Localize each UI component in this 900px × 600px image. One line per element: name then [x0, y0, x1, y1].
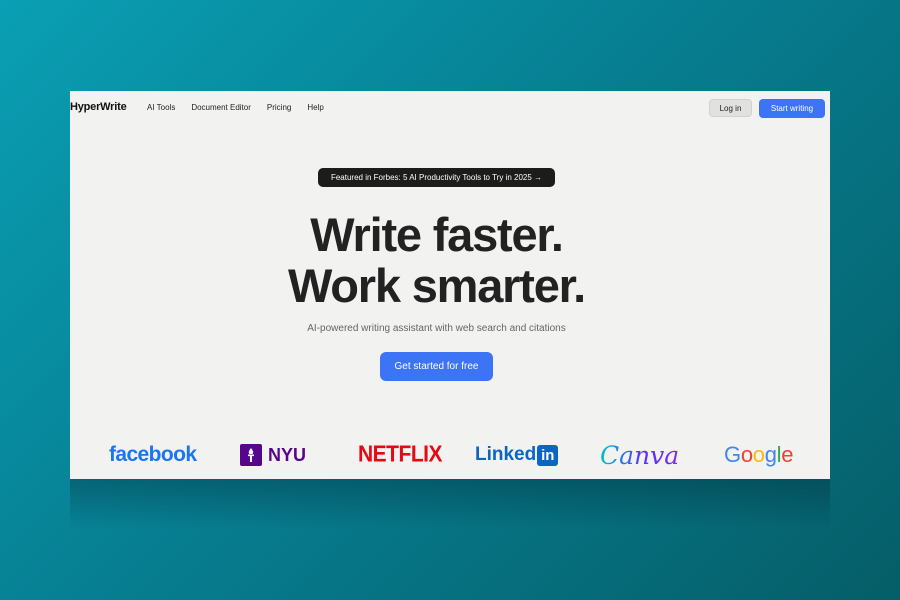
- browser-window: HyperWrite AI Tools Document Editor Pric…: [70, 91, 830, 479]
- forbes-feature-badge[interactable]: Featured in Forbes: 5 AI Productivity To…: [318, 168, 555, 187]
- window-shadow: [70, 479, 830, 529]
- hero-headline: Write faster. Work smarter.: [70, 209, 803, 311]
- linkedin-wordmark: Linked: [475, 444, 537, 465]
- google-letter: g: [764, 442, 777, 467]
- nav-link-help[interactable]: Help: [307, 103, 323, 112]
- headline-line-2: Work smarter.: [287, 259, 586, 312]
- nav-link-document-editor[interactable]: Document Editor: [191, 103, 251, 112]
- netflix-logo: NETFLIX: [358, 441, 443, 468]
- brand-logo[interactable]: HyperWrite: [70, 101, 127, 113]
- nyu-torch-icon: [240, 444, 262, 466]
- nav-link-ai-tools[interactable]: AI Tools: [147, 103, 175, 112]
- facebook-logo: facebook: [109, 443, 197, 466]
- google-letter: G: [724, 442, 741, 467]
- get-started-button[interactable]: Get started for free: [380, 352, 493, 381]
- nav-links: AI Tools Document Editor Pricing Help: [147, 103, 324, 112]
- start-writing-button[interactable]: Start writing: [759, 99, 825, 118]
- linkedin-logo: Linked in: [475, 440, 559, 470]
- top-nav: HyperWrite AI Tools Document Editor Pric…: [70, 91, 830, 125]
- google-letter: e: [781, 442, 794, 467]
- nav-link-pricing[interactable]: Pricing: [267, 103, 291, 112]
- google-letter: o: [752, 442, 765, 467]
- linkedin-in-icon: in: [537, 444, 559, 466]
- login-button[interactable]: Log in: [709, 99, 752, 117]
- google-letter: o: [740, 442, 753, 467]
- hero-subline: AI-powered writing assistant with web se…: [307, 323, 566, 334]
- nyu-logo: NYU: [240, 440, 306, 470]
- headline-line-1: Write faster.: [310, 208, 564, 261]
- nyu-wordmark: NYU: [268, 444, 307, 465]
- canva-logo: Canva: [600, 440, 680, 470]
- google-logo: Google: [724, 440, 793, 470]
